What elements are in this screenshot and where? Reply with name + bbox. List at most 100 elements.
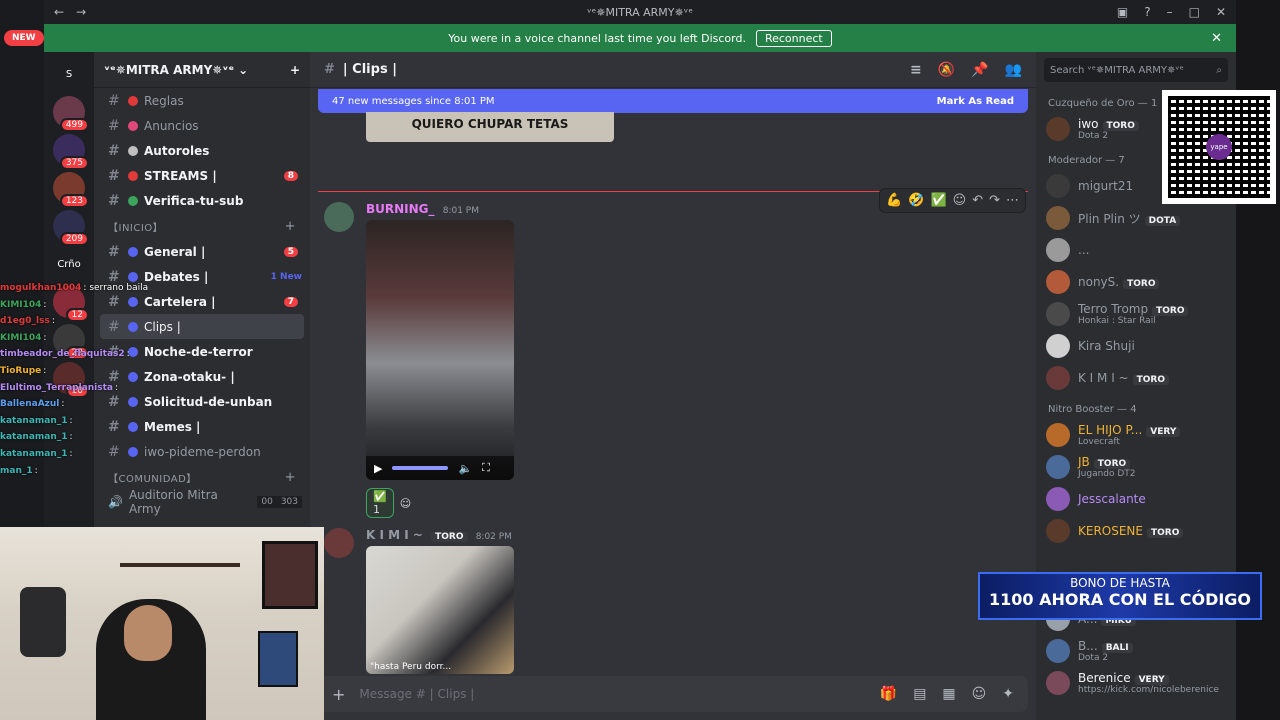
gift-icon[interactable]: 🎁 — [880, 686, 897, 702]
notification-icon[interactable]: 🔕 — [938, 62, 955, 78]
video-attachment[interactable]: ▶ 🔈 ⛶ — [366, 220, 514, 480]
new-messages-bar[interactable]: 47 new messages since 8:01 PM Mark As Re… — [318, 89, 1028, 113]
fullscreen-icon[interactable]: ⛶ — [482, 461, 490, 475]
volume-icon[interactable]: 🔈 — [458, 462, 472, 475]
channel-item[interactable]: # General | 5 — [94, 239, 310, 264]
mention-badge: 209 — [59, 232, 89, 246]
chat-area: # | Clips | ≡ 🔕 📌 👥 47 new messages sinc… — [310, 52, 1036, 720]
category-inicio[interactable]: 【INICIO】 + — [94, 213, 310, 239]
pin-icon[interactable]: 📌 — [971, 62, 988, 78]
add-reaction-icon[interactable]: ☺ — [953, 193, 967, 208]
avatar[interactable] — [324, 528, 354, 558]
sticker-icon[interactable]: ▦ — [942, 686, 955, 702]
react-icon[interactable]: ✅ — [930, 193, 946, 208]
voice-channel[interactable]: 🔊 Auditorio Mitra Army 00 303 — [94, 488, 310, 516]
message-composer[interactable]: + Message # | Clips | 🎁 ▤ ▦ ☺ ✦ — [318, 676, 1028, 712]
hashtag-icon: # — [108, 92, 120, 109]
author-name[interactable]: BURNING_ — [366, 202, 435, 216]
dismiss-banner-icon[interactable]: ✕ — [1211, 31, 1222, 46]
member-item[interactable]: nonyS. TORO — [1036, 266, 1236, 298]
chat-text: : — [51, 316, 55, 327]
add-channel-icon[interactable]: + — [285, 470, 296, 485]
upload-icon[interactable]: + — [332, 685, 345, 704]
previous-image[interactable]: QUIERO CHUPAR TETAS — [366, 112, 614, 142]
channel-item[interactable]: # Reglas — [94, 88, 310, 113]
member-info: migurt21 — [1078, 179, 1133, 193]
forward-icon[interactable]: → — [76, 5, 86, 19]
member-item[interactable]: Jesscalante — [1036, 483, 1236, 515]
inbox-icon[interactable]: ▣ — [1117, 5, 1128, 19]
play-icon[interactable]: ▶ — [374, 462, 382, 475]
add-reaction-icon[interactable]: ☺ — [400, 497, 411, 510]
mark-as-read-button[interactable]: Mark As Read — [937, 96, 1014, 107]
message-input[interactable]: Message # | Clips | — [359, 687, 474, 701]
server-icon[interactable]: 499 — [53, 96, 89, 132]
more-icon[interactable]: ⋯ — [1006, 193, 1019, 208]
member-item[interactable]: Plin Plin ツ DOTA — [1036, 202, 1236, 234]
chat-text: : — [69, 448, 73, 459]
channel-name: Verifica-tu-sub — [144, 193, 244, 208]
member-name: EL HIJO P... — [1078, 423, 1143, 437]
server-icon[interactable]: S — [53, 58, 85, 90]
invite-user-icon[interactable]: + — [290, 63, 300, 77]
channel-item[interactable]: # STREAMS | 8 — [94, 163, 310, 188]
member-name: JB — [1078, 455, 1090, 469]
image-caption: "hasta Peru dorr... — [370, 662, 452, 672]
member-list-icon[interactable]: 👥 — [1005, 62, 1022, 78]
add-channel-icon[interactable]: + — [285, 219, 296, 234]
progress-bar[interactable] — [392, 466, 449, 470]
member-name-row: nonyS. TORO — [1078, 275, 1160, 289]
react-icon[interactable]: 🤣 — [908, 193, 924, 208]
reply-icon[interactable]: ↶ — [972, 193, 983, 208]
new-label: 1 New — [270, 271, 302, 282]
member-item[interactable]: Berenice VERY https://kick.com/nicoleberen… — [1036, 667, 1236, 699]
member-item[interactable]: EL HIJO P... VERY Lovecraft — [1036, 419, 1236, 451]
reconnect-button[interactable]: Reconnect — [755, 29, 832, 47]
server-icon[interactable]: 209 — [53, 210, 89, 246]
member-name-row: K I M I ~ TORO — [1078, 371, 1169, 385]
apps-icon[interactable]: ✦ — [1002, 686, 1014, 702]
search-input[interactable]: Search ᵛᵉ✵MITRA ARMY✵ᵛᵉ ⌕ — [1044, 58, 1228, 82]
member-info: K I M I ~ TORO — [1078, 371, 1169, 385]
member-item[interactable]: ... — [1036, 234, 1236, 266]
chat-line: Elultimo_Terraplanista: — [0, 380, 160, 397]
channel-item[interactable]: # Verifica-tu-sub — [94, 188, 310, 213]
member-item[interactable]: K I M I ~ TORO — [1036, 362, 1236, 394]
maximize-icon[interactable]: □ — [1189, 5, 1200, 19]
emoji-icon[interactable]: ☺ — [972, 686, 987, 702]
server-header[interactable]: ᵛᵉ✵MITRA ARMY✵ᵛᵉ ⌄ + — [94, 52, 310, 88]
channel-item[interactable]: # Anuncios — [94, 113, 310, 138]
chat-text: : — [34, 465, 38, 476]
help-icon[interactable]: ? — [1144, 5, 1150, 19]
member-item[interactable]: JB TORO Jugando DT2 — [1036, 451, 1236, 483]
back-icon[interactable]: ← — [54, 5, 64, 19]
server-icon[interactable]: 123 — [53, 172, 89, 208]
chat-user: katanaman_1 — [0, 448, 68, 459]
member-activity: Dota 2 — [1078, 131, 1109, 141]
image-attachment[interactable]: "hasta Peru dorr... — [366, 546, 514, 674]
new-messages-text: 47 new messages since 8:01 PM — [332, 95, 495, 107]
chat-user: katanaman_1 — [0, 415, 68, 426]
avatar[interactable] — [324, 202, 354, 232]
channel-emoji-icon — [128, 145, 138, 156]
member-item[interactable]: Terro Tromp TORO Honkai : Star Rail — [1036, 298, 1236, 330]
author-name[interactable]: K I M I ~ — [366, 528, 423, 542]
minimize-icon[interactable]: – — [1167, 5, 1173, 19]
react-icon[interactable]: 💪 — [886, 193, 902, 208]
member-info: ... — [1078, 243, 1089, 257]
message-header: BURNING_ 8:01 PM — [366, 202, 479, 216]
member-item[interactable]: KEROSENE TORO — [1036, 515, 1236, 547]
server-icon[interactable]: 375 — [53, 134, 89, 170]
close-icon[interactable]: ✕ — [1216, 5, 1226, 19]
member-item[interactable]: Kira Shuji — [1036, 330, 1236, 362]
new-badge[interactable]: NEW — [4, 30, 44, 46]
server-icon[interactable]: Crño — [53, 248, 85, 280]
gif-icon[interactable]: ▤ — [913, 686, 926, 702]
avatar — [1046, 519, 1070, 543]
member-name: K I M I ~ — [1078, 371, 1129, 385]
channel-item[interactable]: # Autoroles — [94, 138, 310, 163]
forward-icon[interactable]: ↷ — [989, 193, 1000, 208]
threads-icon[interactable]: ≡ — [910, 62, 922, 78]
member-item[interactable]: B... BALI Dota 2 — [1036, 635, 1236, 667]
reaction-checkmark[interactable]: ✅ 1 — [366, 488, 394, 518]
